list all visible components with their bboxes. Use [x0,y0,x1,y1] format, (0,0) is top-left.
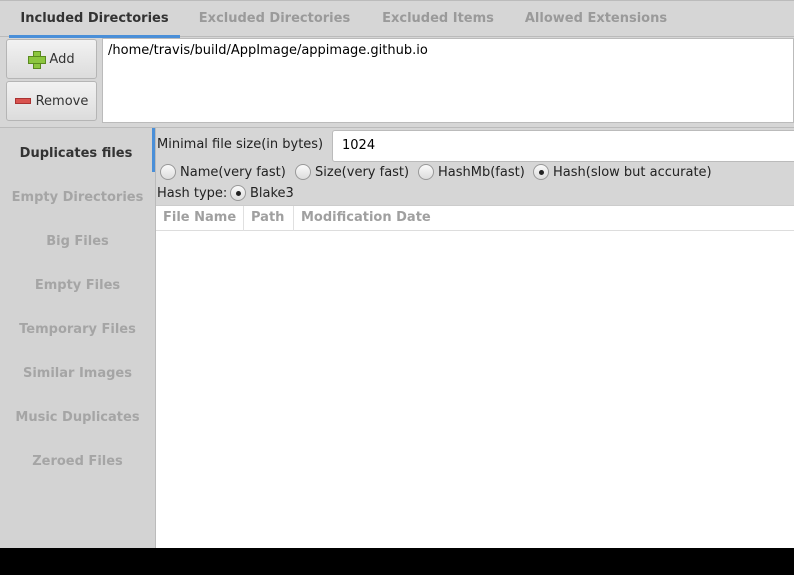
radio-icon [295,164,311,180]
sidebar-item-temporary-files[interactable]: Temporary Files [0,304,155,348]
hash-type-label: Hash type: [157,186,227,201]
remove-button[interactable]: Remove [6,81,97,121]
tab-included-directories[interactable]: Included Directories [9,1,180,38]
radio-size[interactable]: Size(very fast) [295,164,409,180]
sidebar-item-duplicates-files[interactable]: Duplicates files [0,128,155,172]
radio-icon [160,164,176,180]
tab-allowed-extensions[interactable]: Allowed Extensions [514,1,678,38]
column-modification-date[interactable]: Modification Date [294,206,794,231]
sidebar-item-similar-images[interactable]: Similar Images [0,348,155,392]
directory-tabs: Included Directories Excluded Directorie… [0,0,794,37]
radio-hashmb[interactable]: HashMb(fast) [418,164,525,180]
plus-icon [28,51,44,67]
radio-label: Blake3 [250,186,294,201]
radio-blake3[interactable]: Blake3 [230,185,294,201]
radio-label: HashMb(fast) [438,165,525,180]
minus-icon [15,98,31,104]
radio-label: Name(very fast) [180,165,286,180]
add-button[interactable]: Add [6,39,97,79]
directories-panel: Add Remove /home/travis/build/AppImage/a… [0,37,794,125]
sidebar-item-empty-directories[interactable]: Empty Directories [0,172,155,216]
sidebar-item-zeroed-files[interactable]: Zeroed Files [0,436,155,480]
sidebar-item-music-duplicates[interactable]: Music Duplicates [0,392,155,436]
sidebar-item-big-files[interactable]: Big Files [0,216,155,260]
column-path[interactable]: Path [244,206,294,231]
sidebar-item-empty-files[interactable]: Empty Files [0,260,155,304]
directory-item[interactable]: /home/travis/build/AppImage/appimage.git… [108,43,788,58]
results-table-header: File Name Path Modification Date [156,205,794,231]
radio-selected-icon [533,164,549,180]
min-size-label: Minimal file size(in bytes) [157,137,323,152]
radio-icon [418,164,434,180]
tab-excluded-directories[interactable]: Excluded Directories [188,1,361,38]
radio-name[interactable]: Name(very fast) [160,164,286,180]
radio-label: Size(very fast) [315,165,409,180]
radio-hash[interactable]: Hash(slow but accurate) [533,164,712,180]
add-label: Add [49,52,74,67]
included-directories-list[interactable]: /home/travis/build/AppImage/appimage.git… [102,38,794,123]
app-window: Included Directories Excluded Directorie… [0,0,794,548]
mode-sidebar: Duplicates files Empty Directories Big F… [0,127,156,548]
duplicates-panel: Minimal file size(in bytes) 1024 Name(ve… [156,127,794,548]
column-file-name[interactable]: File Name [156,206,244,231]
radio-selected-icon [230,185,246,201]
remove-label: Remove [36,94,89,109]
tab-excluded-items[interactable]: Excluded Items [370,1,506,38]
radio-label: Hash(slow but accurate) [553,165,712,180]
min-size-input[interactable]: 1024 [332,130,794,162]
